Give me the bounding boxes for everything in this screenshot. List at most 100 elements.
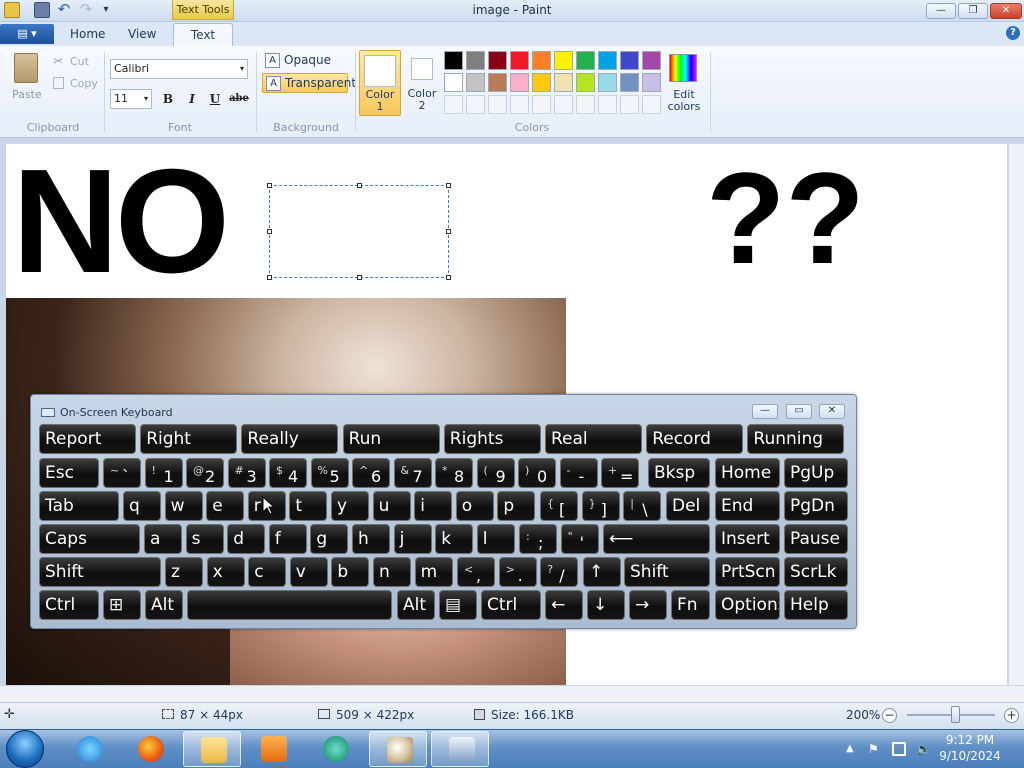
- osk-prediction-key[interactable]: Run: [342, 424, 440, 454]
- palette-swatch[interactable]: [598, 73, 617, 92]
- palette-swatch[interactable]: [576, 51, 595, 70]
- network-icon[interactable]: [892, 742, 906, 756]
- osk-prediction-key[interactable]: Rights: [443, 424, 541, 454]
- osk-key-symbol[interactable]: % 5: [310, 458, 349, 488]
- tab-home[interactable]: Home: [70, 27, 105, 41]
- osk-key-symbol[interactable]: (9: [476, 458, 515, 488]
- osk-key-symbol[interactable]: $4: [269, 458, 307, 488]
- osk-key-pause[interactable]: Pause: [784, 524, 848, 554]
- osk-key-symbol[interactable]: >.: [498, 557, 537, 587]
- osk-key-tab[interactable]: Tab: [39, 491, 119, 521]
- strikethrough-button[interactable]: abe: [228, 89, 250, 109]
- osk-key-letter[interactable]: p: [497, 491, 536, 521]
- osk-key-letter[interactable]: c: [248, 557, 287, 587]
- osk-key-symbol[interactable]: #3: [227, 458, 266, 488]
- osk-key-end[interactable]: End: [715, 491, 780, 521]
- font-family-select[interactable]: Calibri ▾: [110, 59, 248, 79]
- palette-empty-swatch[interactable]: [576, 95, 595, 114]
- tab-text[interactable]: Text: [173, 23, 233, 47]
- taskbar-network-app[interactable]: [306, 731, 364, 767]
- copy-button[interactable]: Copy: [70, 77, 98, 90]
- show-hidden-icons[interactable]: ▲: [846, 742, 860, 756]
- resize-handle[interactable]: [267, 229, 272, 234]
- taskbar-paint[interactable]: [369, 731, 427, 767]
- osk-key-symbol[interactable]: | \: [623, 491, 662, 521]
- osk-key-space[interactable]: [187, 590, 392, 620]
- osk-key-scrlk[interactable]: ScrLk: [784, 557, 848, 587]
- start-button[interactable]: [6, 730, 44, 768]
- osk-key-arrow-up[interactable]: ↑: [583, 557, 621, 587]
- cut-button[interactable]: Cut: [70, 55, 89, 68]
- palette-empty-swatch[interactable]: [466, 95, 485, 114]
- osk-prediction-key[interactable]: Running: [747, 424, 845, 454]
- tab-view[interactable]: View: [128, 27, 156, 41]
- osk-key-shift-right[interactable]: Shift: [624, 557, 710, 587]
- palette-swatch[interactable]: [576, 73, 595, 92]
- osk-key-symbol[interactable]: {[: [540, 491, 578, 521]
- palette-swatch[interactable]: [488, 51, 507, 70]
- osk-key-letter[interactable]: b: [331, 557, 370, 587]
- osk-key-caps[interactable]: Caps: [39, 524, 140, 554]
- zoom-slider-thumb[interactable]: [951, 706, 960, 723]
- palette-empty-swatch[interactable]: [620, 95, 639, 114]
- opaque-option[interactable]: A Opaque: [262, 51, 331, 71]
- taskbar-printer-app[interactable]: [431, 731, 489, 767]
- osk-key-letter[interactable]: m: [414, 557, 453, 587]
- osk-prediction-key[interactable]: Report: [39, 424, 136, 454]
- resize-handle[interactable]: [267, 183, 272, 188]
- osk-key-pgdn[interactable]: PgDn: [784, 491, 848, 521]
- text-selection-box[interactable]: [269, 185, 449, 278]
- file-menu-button[interactable]: ▤ ▾: [0, 24, 54, 44]
- osk-key-symbol[interactable]: }]: [581, 491, 620, 521]
- resize-handle[interactable]: [357, 275, 362, 280]
- osk-key-symbol[interactable]: ? /: [540, 557, 579, 587]
- osk-key-letter[interactable]: t: [289, 491, 328, 521]
- osk-key-letter[interactable]: k: [435, 524, 474, 554]
- osk-key-letter[interactable]: n: [373, 557, 411, 587]
- bold-button[interactable]: B: [158, 89, 178, 109]
- palette-swatch[interactable]: [642, 51, 661, 70]
- resize-handle[interactable]: [446, 229, 451, 234]
- osk-key-letter[interactable]: d: [227, 524, 266, 554]
- osk-key-enter[interactable]: ⟵: [603, 524, 710, 554]
- osk-key-letter[interactable]: s: [185, 524, 224, 554]
- resize-handle[interactable]: [357, 183, 362, 188]
- palette-swatch[interactable]: [466, 51, 485, 70]
- edit-colors-icon[interactable]: [669, 54, 697, 82]
- transparent-option[interactable]: A Transparent: [262, 73, 356, 93]
- osk-key-letter[interactable]: j: [393, 524, 432, 554]
- palette-empty-swatch[interactable]: [532, 95, 551, 114]
- osk-key-symbol[interactable]: * 8: [435, 458, 473, 488]
- color2-button[interactable]: Color 2: [403, 50, 441, 116]
- palette-swatch[interactable]: [510, 73, 529, 92]
- osk-key-symbol[interactable]: ^ 6: [352, 458, 390, 488]
- palette-empty-swatch[interactable]: [598, 95, 617, 114]
- osk-prediction-key[interactable]: Really: [241, 424, 339, 454]
- help-icon[interactable]: ?: [1006, 26, 1020, 40]
- taskbar-media-player[interactable]: [244, 731, 302, 767]
- horizontal-scrollbar[interactable]: [0, 686, 1024, 702]
- osk-key-letter[interactable]: l: [476, 524, 515, 554]
- taskbar-firefox[interactable]: [121, 731, 179, 767]
- palette-empty-swatch[interactable]: [642, 95, 661, 114]
- osk-key-symbol[interactable]: ~ `: [103, 458, 141, 488]
- resize-handle[interactable]: [446, 275, 451, 280]
- osk-key-letter[interactable]: i: [414, 491, 453, 521]
- osk-key-letter[interactable]: g: [310, 524, 349, 554]
- osk-key-ctrl-left[interactable]: Ctrl: [39, 590, 99, 620]
- paste-icon[interactable]: [14, 53, 38, 83]
- palette-swatch[interactable]: [598, 51, 617, 70]
- osk-key-letter[interactable]: u: [372, 491, 411, 521]
- osk-prediction-key[interactable]: Record: [646, 424, 744, 454]
- resize-handle[interactable]: [267, 275, 272, 280]
- palette-empty-swatch[interactable]: [554, 95, 573, 114]
- osk-key-symbol[interactable]: @2: [186, 458, 224, 488]
- osk-key-letter[interactable]: o: [455, 491, 494, 521]
- palette-swatch[interactable]: [642, 73, 661, 92]
- osk-key-backspace[interactable]: Bksp: [648, 458, 710, 488]
- osk-key-letter[interactable]: q: [123, 491, 161, 521]
- underline-button[interactable]: U: [205, 89, 225, 109]
- palette-swatch[interactable]: [532, 51, 551, 70]
- taskbar-clock[interactable]: 9:12 PM 9/10/2024: [920, 732, 1020, 764]
- osk-key-menu[interactable]: ▤: [439, 590, 477, 620]
